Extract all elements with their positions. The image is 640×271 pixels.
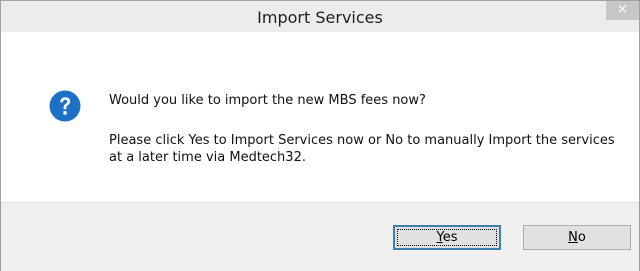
yes-label-rest: es: [442, 230, 458, 245]
question-icon: [49, 90, 81, 122]
dialog-title: Import Services: [257, 8, 383, 27]
yes-button[interactable]: Yes: [393, 225, 501, 250]
close-icon: ×: [617, 2, 628, 17]
no-button[interactable]: No: [523, 225, 631, 250]
no-mnemonic: N: [568, 230, 578, 245]
import-services-dialog: Import Services × Would you like to impo…: [0, 0, 640, 271]
message-detail: Please click Yes to Import Services now …: [109, 133, 615, 165]
title-bar[interactable]: Import Services ×: [1, 1, 639, 32]
close-button[interactable]: ×: [606, 1, 639, 20]
message-main: Would you like to import the new MBS fee…: [109, 93, 426, 108]
no-label-rest: o: [577, 230, 586, 245]
button-bar: Yes No: [1, 202, 639, 271]
dialog-content: Would you like to import the new MBS fee…: [1, 32, 639, 202]
